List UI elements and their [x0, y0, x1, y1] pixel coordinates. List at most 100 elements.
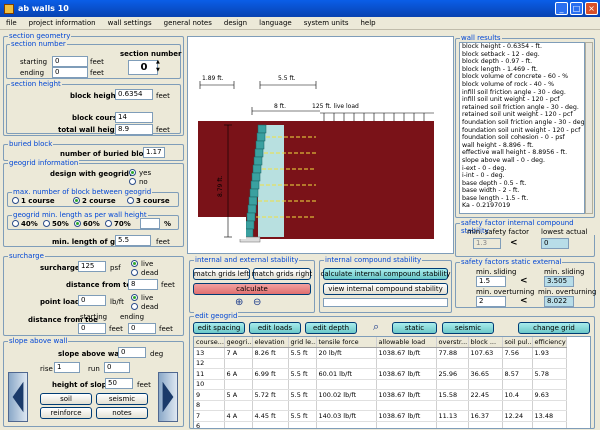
table-cell[interactable]: 6	[194, 421, 225, 428]
table-cell[interactable]	[252, 421, 289, 428]
table-cell[interactable]	[376, 358, 437, 369]
table-cell[interactable]: 8.57	[502, 368, 533, 380]
table-row[interactable]: 74 A 4.45 ft 5.5 ft 140.03 lb/ft 1038.67 lb/…	[194, 410, 567, 422]
table-cell[interactable]: 60.01 lb/ft	[316, 368, 377, 380]
column-header[interactable]: tensile force	[316, 337, 377, 348]
table-cell[interactable]: 1038.67 lb/ft	[376, 410, 437, 422]
table-cell[interactable]	[288, 379, 317, 390]
table-cell[interactable]: 7.56	[502, 347, 533, 359]
point-load-input[interactable]: 0	[78, 295, 106, 306]
geogrid-no-radio[interactable]	[129, 178, 136, 185]
course-3-radio[interactable]	[127, 197, 134, 204]
table-cell[interactable]	[532, 400, 567, 411]
table-cell[interactable]	[436, 421, 469, 428]
table-cell[interactable]: 16.37	[468, 410, 503, 422]
result-item[interactable]: i-int - 0 - deg.	[460, 172, 584, 180]
point-live-radio[interactable]	[131, 294, 138, 301]
zoom-out-icon[interactable]: ⊖	[253, 297, 261, 308]
edit-loads-button[interactable]: edit loads	[249, 322, 301, 334]
edit-depth-button[interactable]: edit depth	[305, 322, 357, 334]
point-dead-radio[interactable]	[131, 303, 138, 310]
custom-pct-input[interactable]	[140, 218, 160, 229]
results-scrollbar[interactable]	[585, 42, 593, 214]
result-item[interactable]: block length - 1.469 - ft.	[460, 66, 584, 74]
section-starting-input[interactable]: 0	[52, 56, 88, 67]
table-cell[interactable]: 6 A	[224, 368, 253, 380]
result-item[interactable]: block depth - 0.97 - ft.	[460, 58, 584, 66]
soil-button[interactable]: soil	[40, 393, 92, 405]
table-cell[interactable]: 8.26 ft	[252, 347, 289, 359]
menu-project-information[interactable]: project information	[23, 19, 102, 27]
table-cell[interactable]	[316, 379, 377, 390]
table-cell[interactable]	[288, 400, 317, 411]
table-cell[interactable]: 4 A	[224, 410, 253, 422]
table-cell[interactable]: 1038.67 lb/ft	[376, 347, 437, 359]
table-cell[interactable]	[316, 400, 377, 411]
table-cell[interactable]: 5.5 ft	[288, 368, 317, 380]
menu-file[interactable]: file	[0, 19, 23, 27]
surcharge-live-radio[interactable]	[131, 260, 138, 267]
table-cell[interactable]: 12.24	[502, 410, 533, 422]
surcharge-input[interactable]: 125	[78, 261, 106, 272]
result-item[interactable]: infill soil friction angle - 30 - deg.	[460, 89, 584, 97]
table-cell[interactable]: 6.99 ft	[252, 368, 289, 380]
table-cell[interactable]: 5.72 ft	[252, 389, 289, 401]
table-cell[interactable]: 10.4	[502, 389, 533, 401]
table-cell[interactable]	[502, 358, 533, 369]
section-ending-input[interactable]: 0	[52, 67, 88, 78]
change-grid-button[interactable]: change grid	[518, 322, 590, 334]
result-item[interactable]: slope above wall - 0 - deg.	[460, 157, 584, 165]
table-cell[interactable]: 1038.67 lb/ft	[376, 368, 437, 380]
view-ics-button[interactable]: view internal compound stability	[323, 283, 448, 295]
table-cell[interactable]: 100.02 lb/ft	[316, 389, 377, 401]
stepper-down-icon[interactable]: ▼	[156, 67, 160, 73]
table-cell[interactable]	[252, 358, 289, 369]
column-header[interactable]: course...	[194, 337, 225, 348]
height-of-slope-input[interactable]: 50	[105, 378, 133, 389]
section-number-stepper[interactable]: 0	[128, 60, 158, 75]
result-item[interactable]: block volume of rock - 40 - %	[460, 81, 584, 89]
table-cell[interactable]: 13	[194, 347, 225, 359]
menu-system-units[interactable]: system units	[298, 19, 355, 27]
geogrid-table[interactable]: course... geogri... elevation grid le... ten…	[193, 336, 591, 429]
slope-above-wall-input[interactable]: 0	[118, 347, 146, 358]
result-item[interactable]: infill soil unit weight - 120 - pcf	[460, 96, 584, 104]
table-cell[interactable]	[224, 379, 253, 390]
minimize-button[interactable]: _	[555, 2, 568, 15]
table-cell[interactable]: 9.63	[532, 389, 567, 401]
previous-section-button[interactable]	[8, 372, 28, 422]
min-length-input[interactable]: 5.5	[115, 235, 151, 246]
menu-general-notes[interactable]: general notes	[158, 19, 218, 27]
table-cell[interactable]: 1038.67 lb/ft	[376, 389, 437, 401]
result-item[interactable]: foundation soil friction angle - 30 - de…	[460, 119, 584, 127]
table-cell[interactable]: 5.5 ft	[288, 389, 317, 401]
result-item[interactable]: wall height - 8.896 - ft.	[460, 142, 584, 150]
total-wall-height-input[interactable]: 8.9	[115, 124, 153, 135]
calculate-button[interactable]: calculate	[193, 283, 311, 295]
block-courses-input[interactable]: 14	[115, 112, 153, 123]
pct-40-radio[interactable]	[12, 220, 19, 227]
result-item[interactable]: base depth - 0.5 - ft.	[460, 180, 584, 188]
close-button[interactable]: ×	[585, 2, 598, 15]
table-cell[interactable]: 25.96	[436, 368, 469, 380]
pct-50-radio[interactable]	[43, 220, 50, 227]
buried-block-input[interactable]: 1.17	[143, 147, 165, 158]
result-item[interactable]: base length - 1.5 - ft.	[460, 195, 584, 203]
table-cell[interactable]: 8	[194, 400, 225, 411]
table-cell[interactable]: 1.93	[532, 347, 567, 359]
table-row[interactable]: 12	[194, 358, 567, 369]
table-cell[interactable]	[376, 400, 437, 411]
table-cell[interactable]	[252, 379, 289, 390]
menu-wall-settings[interactable]: wall settings	[102, 19, 158, 27]
block-height-input[interactable]: 0.6354	[115, 89, 153, 100]
menu-design[interactable]: design	[218, 19, 253, 27]
table-cell[interactable]: 7 A	[224, 347, 253, 359]
table-cell[interactable]	[468, 421, 503, 428]
distance-toe-input[interactable]: 8	[128, 279, 158, 290]
table-cell[interactable]	[468, 400, 503, 411]
column-header[interactable]: grid le...	[288, 337, 317, 348]
reinforce-button[interactable]: reinforce	[40, 407, 92, 419]
menu-help[interactable]: help	[354, 19, 381, 27]
table-cell[interactable]	[532, 379, 567, 390]
table-cell[interactable]: 140.03 lb/ft	[316, 410, 377, 422]
